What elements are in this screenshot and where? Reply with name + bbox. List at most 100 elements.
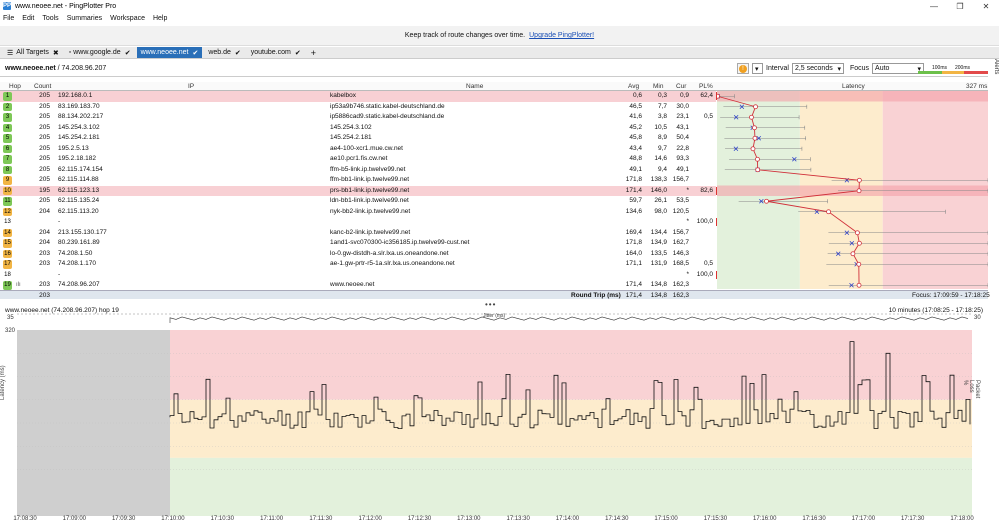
maximize-button[interactable]: ❐ — [947, 0, 973, 12]
hop-row[interactable]: 14 204 213.155.130.177 kanc-b2-link.ip.twel… — [0, 228, 716, 239]
graph-zone-green — [170, 457, 972, 516]
x-tick-label: 17:11:00 — [260, 516, 284, 522]
x-tick-label: 17:16:00 — [753, 516, 777, 522]
focus-select[interactable]: Auto ▾ — [872, 63, 925, 74]
hop-row[interactable]: 6 205 195.2.5.13 ae4-100-xcr1.mue.cw.net 43,… — [0, 144, 716, 155]
title-bar: PP www.neoee.net - PingPlotter Pro — ❐ ✕ — [0, 0, 999, 12]
hop-cur: 53,5 — [676, 197, 689, 204]
menu-file[interactable]: File — [3, 15, 14, 22]
hop-cur: 162,7 — [672, 239, 689, 246]
hop-min: 134,4 — [650, 228, 667, 236]
hop-name: 145.254.2.181 — [330, 134, 372, 141]
hop-row[interactable]: 11 205 62.115.135.24 ldn-bb1-link.ip.twelve… — [0, 196, 716, 207]
close-tab-icon[interactable]: ✖ — [53, 49, 59, 57]
hop-row[interactable]: 5 205 145.254.2.181 145.254.2.181 45,8 8,9 50,… — [0, 133, 716, 144]
options-dropdown[interactable]: ▾ — [752, 63, 763, 74]
hop-pl — [689, 154, 713, 165]
hop-row[interactable]: 17 203 74.208.1.170 ae-1.gw-prtr-r5-1a.slr.… — [0, 259, 716, 270]
col-count[interactable]: Count — [34, 82, 51, 91]
hop-min: 7,7 — [657, 102, 667, 110]
tab-youtube[interactable]: youtube.com ✔ — [247, 47, 305, 58]
hop-ip: 213.155.130.177 — [58, 228, 107, 236]
interval-select[interactable]: 2,5 seconds ▾ — [791, 63, 844, 74]
hop-number: 2 — [3, 102, 12, 111]
hop-count: 205 — [39, 92, 50, 99]
panel-splitter[interactable]: ••• — [485, 300, 496, 309]
hop-row[interactable]: 3 205 88.134.202.217 ip5886cad9.static.kabe… — [0, 112, 716, 123]
hop-ip: 62.115.123.13 — [58, 186, 100, 194]
hop-ip: 83.169.183.70 — [58, 102, 100, 110]
add-tab-button[interactable]: + — [307, 47, 320, 58]
menu-summaries[interactable]: Summaries — [67, 15, 102, 22]
average-latency-point — [856, 177, 862, 183]
x-tick-label: 17:15:30 — [703, 516, 728, 522]
graph-icon[interactable]: ılı — [16, 280, 21, 291]
hop-row[interactable]: 19 203 74.208.96.207 www.neoee.net 171,4 134,… — [0, 280, 716, 291]
alert-button[interactable]: ! — [737, 63, 749, 74]
tab-google[interactable]: ▫ www.google.de ✔ — [65, 47, 135, 58]
col-avg[interactable]: Avg — [628, 82, 639, 91]
hop-row[interactable]: 10 195 62.115.123.13 prs-bb1-link.ip.twelve… — [0, 185, 720, 196]
hop-ip: 195.2.5.13 — [58, 144, 89, 152]
hop-min: 14,6 — [654, 155, 667, 162]
hop-cur: 22,8 — [676, 144, 689, 152]
hop-avg: 171,4 — [625, 281, 642, 288]
hop-row[interactable]: 9 205 62.115.114.88 ffm-bb1-link.ip.twelve9… — [0, 175, 716, 186]
hop-pl — [689, 196, 713, 207]
hop-cur: 146,3 — [672, 249, 689, 257]
hop-min: 8,9 — [657, 134, 667, 141]
hop-row[interactable]: 4 205 145.254.3.102 145.254.3.102 45,2 10,5 43… — [0, 123, 716, 134]
hop-row[interactable]: 1 205 192.168.0.1 kabelbox 0,6 0,3 0,9 62,4 — [0, 91, 720, 102]
hop-cur: 49,1 — [676, 165, 689, 173]
hop-number: 11 — [3, 197, 12, 206]
hop-pl — [689, 238, 713, 249]
tab-web-de[interactable]: web.de ✔ — [204, 47, 244, 58]
tab-all-targets[interactable]: ☰ All Targets ✖ — [3, 47, 63, 58]
no-data-region — [17, 330, 170, 516]
hop-avg — [620, 217, 642, 228]
col-name[interactable]: Name — [466, 82, 483, 91]
col-cur[interactable]: Cur — [676, 82, 686, 91]
hop-name: kanc-b2-link.ip.twelve99.net — [330, 228, 411, 236]
alerts-side-tab[interactable]: Alerts — [989, 59, 999, 89]
hop-row[interactable]: 15 204 80.239.161.89 1and1-svc070300-ic3561… — [0, 238, 716, 249]
hop-name: ffm-b5-link.ip.twelve99.net — [330, 165, 406, 173]
hop-row[interactable]: 16 203 74.208.1.50 lo-0.gw-distdh-a.slr.lxa… — [0, 249, 716, 260]
menu-tools[interactable]: Tools — [42, 15, 58, 22]
col-ip[interactable]: IP — [188, 82, 194, 91]
minimize-button[interactable]: — — [921, 0, 947, 12]
menu-help[interactable]: Help — [153, 15, 167, 22]
hop-min: 146,0 — [650, 186, 667, 194]
hop-row[interactable]: 12 204 62.115.113.20 nyk-bb2-link.ip.twelve… — [0, 207, 716, 218]
hop-number: 1 — [3, 92, 12, 101]
hop-count: 205 — [39, 197, 50, 204]
hop-pl — [689, 144, 713, 155]
hop-cur: * — [686, 218, 689, 225]
hop-number: 6 — [3, 144, 12, 153]
menu-edit[interactable]: Edit — [22, 15, 34, 22]
x-tick-label: 17:09:00 — [62, 516, 86, 522]
hop-row[interactable]: 8 205 62.115.174.154 ffm-b5-link.ip.twelve9… — [0, 165, 716, 176]
menu-workspace[interactable]: Workspace — [110, 15, 145, 22]
col-hop[interactable]: Hop — [9, 82, 21, 91]
hop-row[interactable]: 13 - * 100,0 — [0, 217, 720, 228]
hop-row[interactable]: 7 205 195.2.18.182 ae10.pcr1.fis.cw.net 48,8… — [0, 154, 716, 165]
col-latency[interactable]: Latency — [842, 82, 865, 91]
col-min[interactable]: Min — [653, 82, 663, 91]
col-pl[interactable]: PL% — [699, 82, 713, 91]
hop-pl — [689, 175, 713, 186]
hop-row[interactable]: 2 205 83.169.183.70 ip53a9b746.static.kabel… — [0, 102, 716, 113]
hop-ip: - — [58, 270, 61, 278]
warning-icon: ! — [739, 64, 747, 73]
hop-avg — [620, 270, 642, 281]
menu-bar: File Edit Tools Summaries Workspace Help — [0, 13, 175, 24]
hop-ip: 62.115.113.20 — [58, 207, 99, 215]
hop-count: 205 — [39, 102, 50, 110]
tab-neoee[interactable]: www.neoee.net ✔ — [136, 47, 203, 58]
close-button[interactable]: ✕ — [973, 0, 999, 12]
latency-max-label: 327 ms — [966, 83, 988, 90]
hop-avg: 46,5 — [629, 102, 642, 110]
upgrade-link[interactable]: Upgrade PingPlotter! — [529, 32, 594, 39]
hop-row[interactable]: 18 - * 100,0 — [0, 270, 720, 281]
hop-cur: 156,7 — [672, 228, 689, 236]
